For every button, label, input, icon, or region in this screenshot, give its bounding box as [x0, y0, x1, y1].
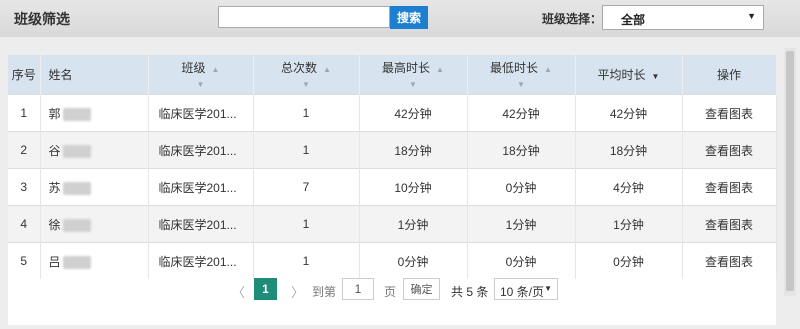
- header-index: 序号: [8, 55, 41, 95]
- cell-class: 临床医学201...: [148, 205, 254, 243]
- cell-avg-duration: 1分钟: [575, 205, 683, 243]
- cell-max-duration: 42分钟: [359, 94, 468, 132]
- caret-down-icon: ▼: [747, 11, 756, 21]
- chevron-left-icon[interactable]: 〈: [232, 282, 245, 301]
- redaction-blur: [62, 218, 91, 232]
- table-header-row: 序号 姓名 班级 ▲ ▼ 总次数 ▲ ▼ 最高时长 ▲ ▼ 最低时长 ▲ ▼ 平均时长 ▼ 操作: [8, 55, 777, 95]
- page-size-select[interactable]: 10 条/页 ▼: [494, 278, 558, 300]
- view-chart-link[interactable]: 查看图表: [682, 94, 777, 132]
- cell-max-duration: 1分钟: [359, 205, 468, 243]
- cell-name: 吕: [40, 242, 149, 279]
- cell-min-duration: 18分钟: [467, 131, 576, 169]
- search-button[interactable]: 搜索: [390, 6, 428, 29]
- cell-name: 郭: [40, 94, 149, 132]
- cell-class: 临床医学201...: [148, 168, 254, 206]
- sort-desc-icon[interactable]: ▼: [652, 72, 660, 81]
- header-name: 姓名: [40, 55, 149, 95]
- total-count-label: 共 5 条: [451, 285, 489, 299]
- view-chart-link[interactable]: 查看图表: [682, 168, 777, 206]
- table-row: 2 谷 临床医学201... 1 18分钟 18分钟 18分钟 查看图表: [8, 131, 777, 169]
- cell-name: 苏: [40, 168, 149, 206]
- cell-total-count: 1: [253, 131, 360, 169]
- table-row: 3 苏 临床医学201... 7 10分钟 0分钟 4分钟 查看图表: [8, 168, 777, 206]
- table-row: 1 郭 临床医学201... 1 42分钟 42分钟 42分钟 查看图表: [8, 94, 777, 132]
- cell-total-count: 1: [253, 205, 360, 243]
- page-button-current[interactable]: 1: [254, 278, 277, 300]
- header-max-duration[interactable]: 最高时长 ▲ ▼: [359, 55, 468, 95]
- cell-avg-duration: 0分钟: [575, 242, 683, 279]
- class-select-value: 全部: [621, 13, 646, 27]
- filter-title: 班级筛选: [14, 11, 70, 27]
- header-class[interactable]: 班级 ▲ ▼: [148, 55, 254, 95]
- cell-index: 5: [8, 242, 41, 279]
- header-min-duration[interactable]: 最低时长 ▲ ▼: [467, 55, 576, 95]
- chevron-right-icon[interactable]: 〉: [291, 282, 304, 301]
- page-unit-label: 页: [384, 285, 397, 299]
- cell-class: 临床医学201...: [148, 131, 254, 169]
- table-row: 5 吕 临床医学201... 1 0分钟 0分钟 0分钟 查看图表: [8, 242, 777, 279]
- search-input[interactable]: [218, 6, 390, 28]
- cell-index: 3: [8, 168, 41, 206]
- cell-avg-duration: 18分钟: [575, 131, 683, 169]
- cell-class: 临床医学201...: [148, 94, 254, 132]
- table-row: 4 徐 临床医学201... 1 1分钟 1分钟 1分钟 查看图表: [8, 205, 777, 243]
- cell-min-duration: 1分钟: [467, 205, 576, 243]
- view-chart-link[interactable]: 查看图表: [682, 131, 777, 169]
- cell-max-duration: 0分钟: [359, 242, 468, 279]
- cell-name: 徐: [40, 205, 149, 243]
- goto-page-input[interactable]: [342, 278, 374, 300]
- cell-min-duration: 42分钟: [467, 94, 576, 132]
- pagination: 〈 1 〉 到第 页 确定 共 5 条 10 条/页 ▼: [0, 278, 800, 304]
- vertical-scrollbar[interactable]: [784, 48, 796, 296]
- cell-class: 临床医学201...: [148, 242, 254, 279]
- goto-confirm-button[interactable]: 确定: [403, 278, 440, 300]
- class-select-label: 班级选择：: [542, 12, 603, 26]
- scrollbar-thumb[interactable]: [786, 51, 794, 291]
- caret-down-icon: ▼: [544, 284, 552, 293]
- redaction-blur: [62, 181, 91, 195]
- cell-index: 2: [8, 131, 41, 169]
- cell-avg-duration: 4分钟: [575, 168, 683, 206]
- cell-max-duration: 10分钟: [359, 168, 468, 206]
- header-total-count[interactable]: 总次数 ▲ ▼: [253, 55, 360, 95]
- cell-total-count: 7: [253, 168, 360, 206]
- cell-avg-duration: 42分钟: [575, 94, 683, 132]
- redaction-blur: [62, 107, 91, 121]
- goto-label: 到第: [312, 285, 337, 299]
- cell-index: 1: [8, 94, 41, 132]
- cell-index: 4: [8, 205, 41, 243]
- view-chart-link[interactable]: 查看图表: [682, 205, 777, 243]
- cell-total-count: 1: [253, 242, 360, 279]
- redaction-blur: [62, 255, 91, 269]
- class-select[interactable]: 全部 ▼: [602, 5, 764, 30]
- header-action: 操作: [682, 55, 777, 95]
- cell-min-duration: 0分钟: [467, 242, 576, 279]
- redaction-blur: [62, 144, 91, 158]
- cell-name: 谷: [40, 131, 149, 169]
- cell-total-count: 1: [253, 94, 360, 132]
- page-size-value: 10 条/页: [500, 285, 545, 299]
- cell-max-duration: 18分钟: [359, 131, 468, 169]
- header-avg-duration[interactable]: 平均时长 ▼: [575, 55, 683, 95]
- data-table: 序号 姓名 班级 ▲ ▼ 总次数 ▲ ▼ 最高时长 ▲ ▼ 最低时长 ▲ ▼ 平均时长 ▼ 操作 …: [8, 55, 777, 279]
- cell-min-duration: 0分钟: [467, 168, 576, 206]
- filter-bar: 班级筛选 搜索 班级选择： 全部 ▼: [0, 0, 800, 37]
- view-chart-link[interactable]: 查看图表: [682, 242, 777, 279]
